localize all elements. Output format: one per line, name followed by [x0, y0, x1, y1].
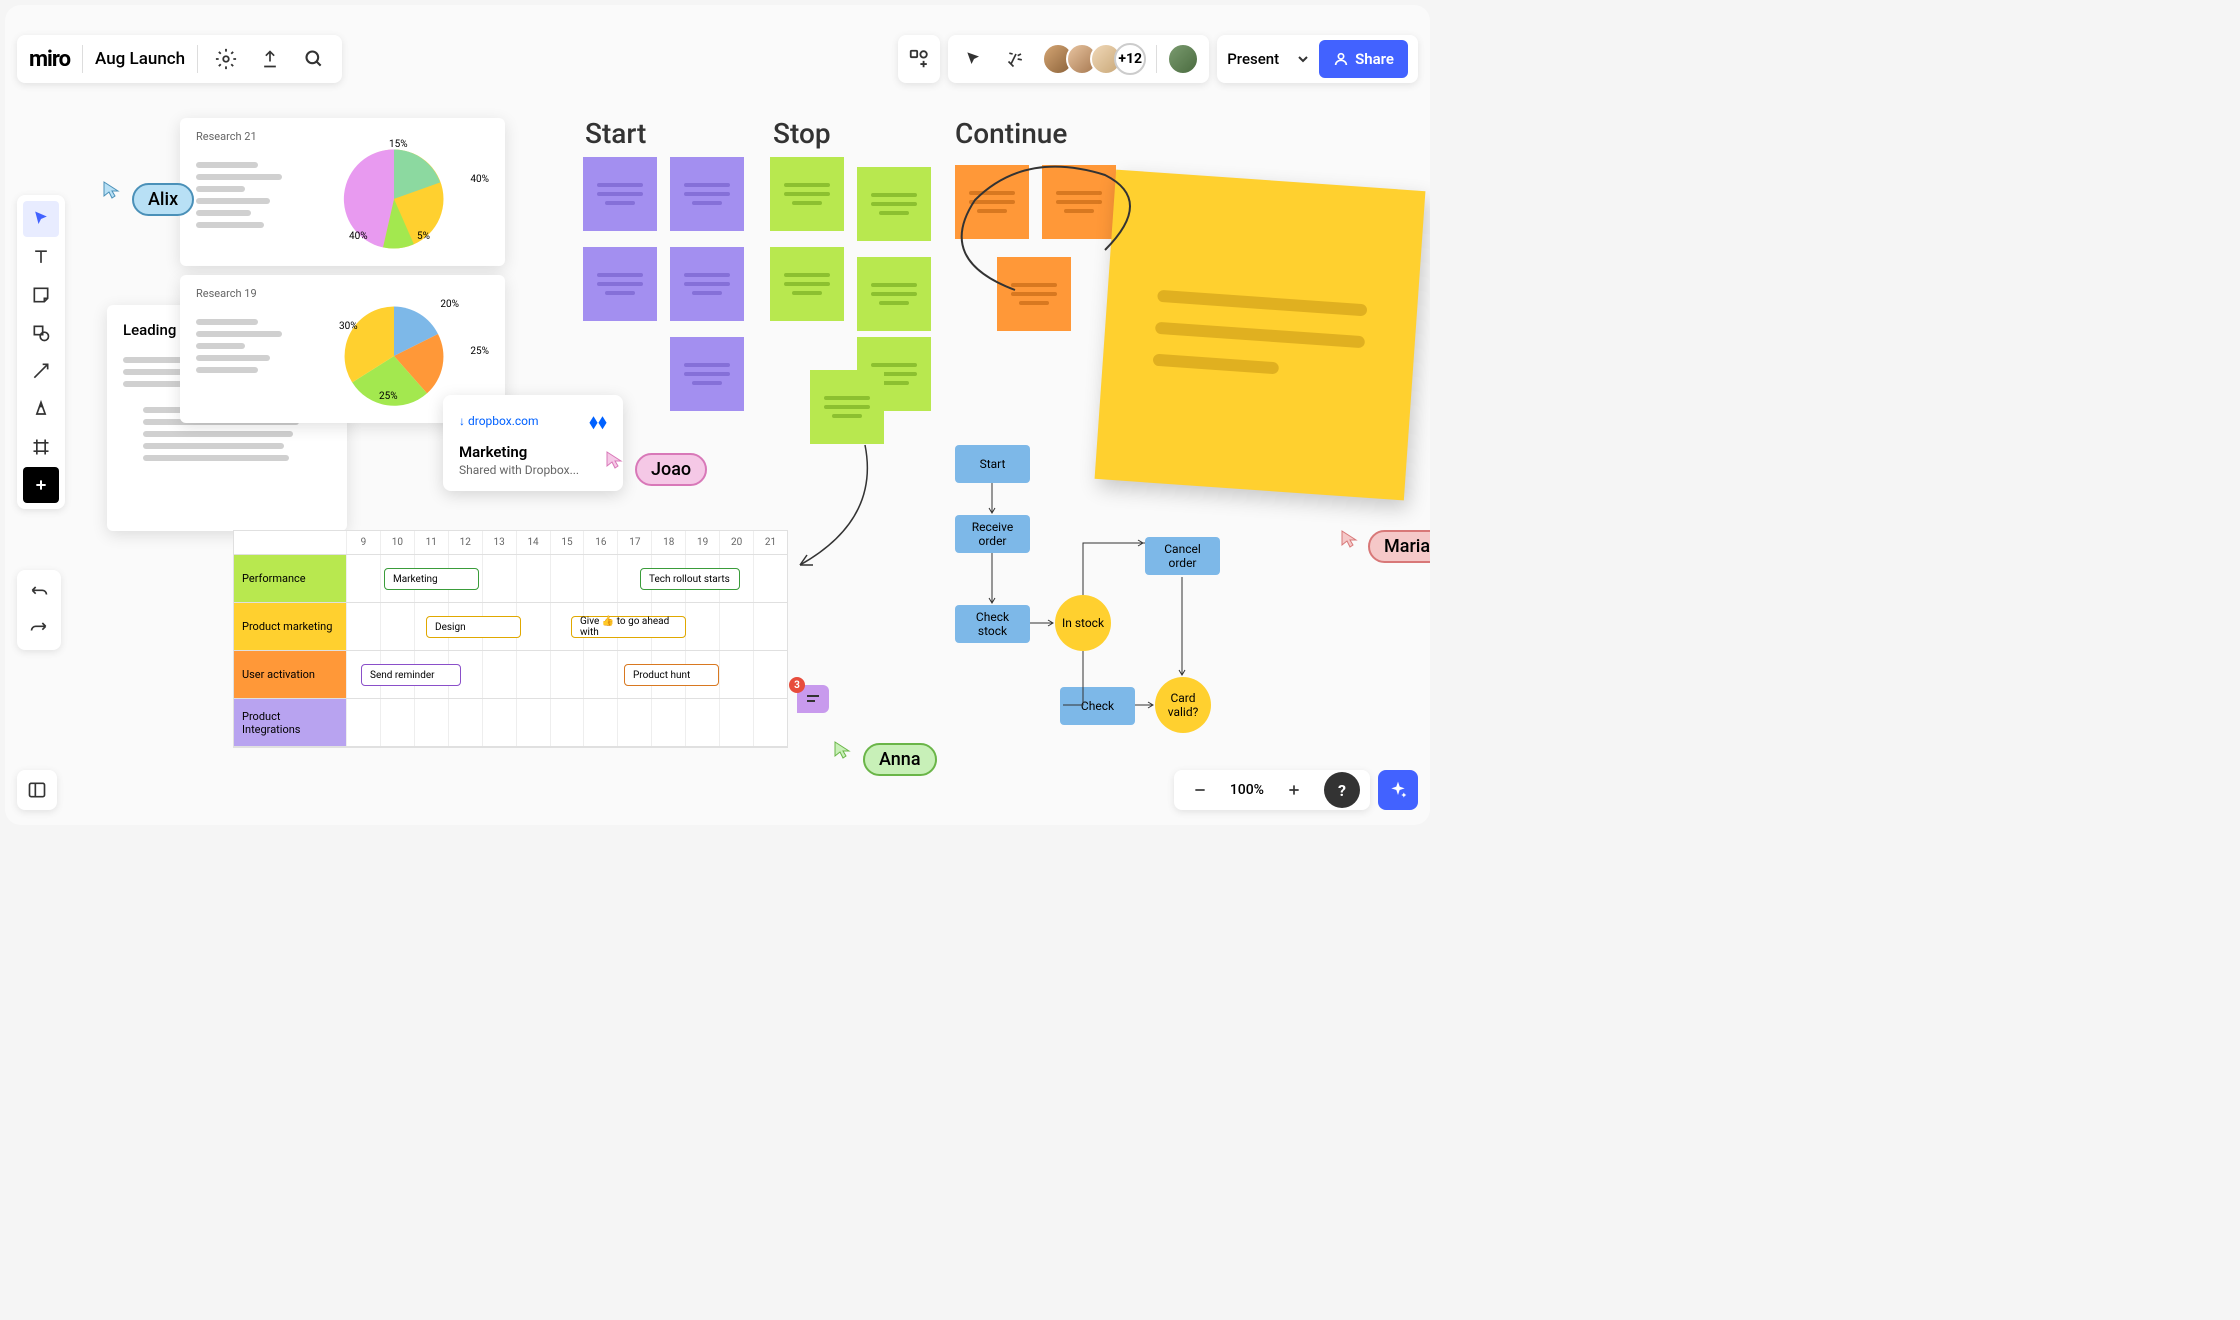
person-icon [1333, 51, 1349, 67]
column-header-continue: Continue [955, 117, 1067, 150]
gantt-task[interactable]: Marketing [384, 568, 479, 590]
canvas[interactable]: Leading in the Digital Age Research 21 1… [5, 5, 1430, 825]
column-header-stop: Stop [773, 117, 831, 150]
board-title[interactable]: Aug Launch [95, 49, 185, 69]
line-tool[interactable] [23, 353, 59, 389]
comment-count-badge: 3 [789, 677, 805, 693]
sticky-note[interactable] [857, 167, 931, 241]
avatar-overflow-count[interactable]: +12 [1114, 43, 1146, 75]
panel-toggle[interactable] [17, 770, 57, 810]
help-button[interactable]: ? [1324, 772, 1360, 808]
sticky-note[interactable] [770, 157, 844, 231]
settings-icon[interactable] [210, 43, 242, 75]
sticky-note[interactable] [583, 157, 657, 231]
sticky-note[interactable] [670, 337, 744, 411]
connector-line [945, 160, 1155, 340]
share-button[interactable]: Share [1319, 40, 1408, 78]
select-tool[interactable] [23, 201, 59, 237]
dropbox-card[interactable]: ↓ dropbox.com ⬧⬧ Marketing Shared with D… [443, 395, 623, 491]
current-user-avatar[interactable] [1167, 43, 1199, 75]
more-tools[interactable] [23, 467, 59, 503]
connector-arrow [785, 440, 895, 580]
gantt-task[interactable]: Send reminder [361, 664, 461, 686]
sticky-note[interactable] [810, 370, 884, 444]
undo-button[interactable] [21, 574, 57, 610]
shape-tool[interactable] [23, 315, 59, 351]
sticky-note[interactable] [857, 257, 931, 331]
top-toolbar: miro Aug Launch [17, 35, 342, 83]
zoom-level[interactable]: 100% [1230, 782, 1264, 798]
chart-title: Research 19 [196, 287, 257, 300]
zoom-out-button[interactable] [1184, 774, 1216, 806]
left-toolbar [17, 195, 65, 509]
present-button[interactable]: Present [1227, 50, 1309, 68]
cursor-maria: Maria [1340, 515, 1430, 563]
gantt-chart[interactable]: 9101112131415161718192021 Performance Ma… [233, 530, 788, 748]
dropbox-subtitle: Shared with Dropbox... [459, 463, 607, 477]
dropbox-icon: ⬧⬧ [589, 409, 607, 433]
export-icon[interactable] [254, 43, 286, 75]
cursor-mode-icon[interactable] [958, 43, 990, 75]
zoom-in-button[interactable] [1278, 774, 1310, 806]
dropbox-title: Marketing [459, 443, 607, 461]
gantt-task[interactable]: Design [426, 616, 521, 638]
flow-connectors [950, 443, 1250, 733]
chevron-down-icon [1297, 53, 1309, 65]
sticky-note[interactable] [583, 247, 657, 321]
reactions-icon[interactable] [1000, 43, 1032, 75]
gantt-task[interactable]: Product hunt [624, 664, 719, 686]
cursor-anna: Anna [833, 723, 937, 776]
sticky-note[interactable] [670, 157, 744, 231]
chart-title: Research 21 [196, 130, 257, 143]
ai-assist-button[interactable] [1378, 770, 1418, 810]
pen-tool[interactable] [23, 391, 59, 427]
column-header-start: Start [585, 117, 646, 150]
redo-button[interactable] [21, 610, 57, 646]
logo[interactable]: miro [29, 47, 70, 72]
gantt-task[interactable]: Tech rollout starts [640, 568, 740, 590]
undo-redo-group [17, 570, 61, 650]
frame-tool[interactable] [23, 429, 59, 465]
sticky-tool[interactable] [23, 277, 59, 313]
cursor-alix: Alix [102, 163, 194, 216]
apps-button[interactable] [898, 35, 940, 83]
comment-bubble[interactable]: 3 [797, 685, 829, 713]
cursor-joao: Joao [605, 433, 707, 486]
chart-card-r21[interactable]: Research 21 15% 40% 5% 40% [180, 118, 505, 266]
collaborator-avatars[interactable]: +12 [1042, 43, 1146, 75]
gantt-task[interactable]: Give 👍 to go ahead with [571, 616, 686, 638]
sticky-note[interactable] [670, 247, 744, 321]
text-tool[interactable] [23, 239, 59, 275]
sticky-note[interactable] [770, 247, 844, 321]
search-icon[interactable] [298, 43, 330, 75]
